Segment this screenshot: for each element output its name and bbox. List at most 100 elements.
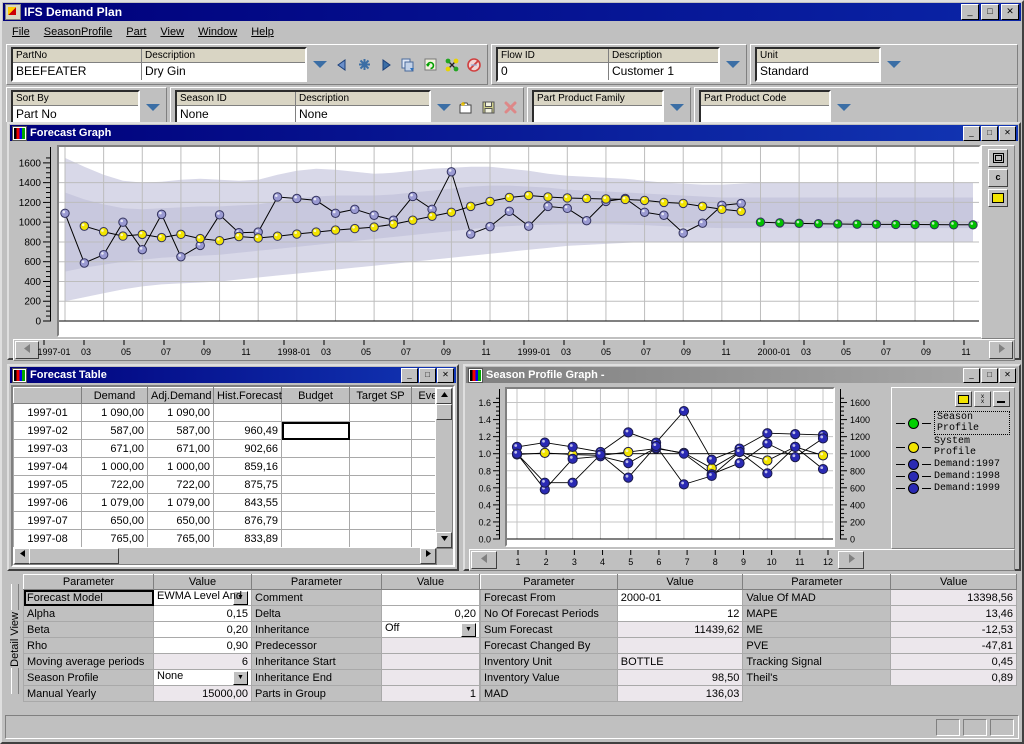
menu-part[interactable]: Part xyxy=(119,25,153,39)
flow-description-field[interactable]: Description Customer 1 xyxy=(609,49,718,80)
cell-event[interactable] xyxy=(411,439,437,458)
sortby-dropdown-icon[interactable] xyxy=(144,99,162,117)
vscroll-thumb[interactable] xyxy=(436,404,452,420)
param-value[interactable]: ▼ None xyxy=(153,669,252,686)
ppf-field[interactable]: Part Product Family xyxy=(534,92,662,123)
cell-budget[interactable] xyxy=(281,403,350,422)
season-graph-maximize-button[interactable]: □ xyxy=(981,367,998,383)
cell-target[interactable] xyxy=(349,421,412,440)
flowid-value[interactable]: 0 xyxy=(498,63,608,80)
refresh-icon[interactable] xyxy=(421,56,439,74)
param-value[interactable]: 136,03 xyxy=(616,685,744,702)
detail-row[interactable]: Alpha 0,15 Delta 0,20 xyxy=(23,605,480,622)
param-value[interactable]: 13,46 xyxy=(890,605,1017,622)
forecast-table-header-demand[interactable]: Demand xyxy=(81,387,148,404)
menu-view[interactable]: View xyxy=(153,25,191,39)
param-value[interactable]: ▼ EWMA Level And xyxy=(153,589,252,606)
forecast-table-hscrollbar[interactable] xyxy=(13,547,437,565)
param-value[interactable]: 1 xyxy=(381,685,480,702)
param-value[interactable]: 11439,62 xyxy=(616,621,744,638)
scroll-right-button[interactable] xyxy=(989,341,1013,359)
forecast-table-header-adj-demand[interactable]: Adj.Demand xyxy=(147,387,214,404)
table-row[interactable]: 1997-08 765,00 765,00 833,89 xyxy=(13,529,437,548)
param-value[interactable]: 98,50 xyxy=(616,669,744,686)
season-dropdown-icon[interactable] xyxy=(435,99,453,117)
cell-demand[interactable]: 1 000,00 xyxy=(81,457,148,476)
cell-adj[interactable]: 587,00 xyxy=(147,421,214,440)
legend-item[interactable]: Demand:1998 xyxy=(896,471,1010,482)
delete-icon[interactable] xyxy=(501,99,519,117)
selected-cell[interactable] xyxy=(281,421,350,440)
cell-target[interactable] xyxy=(349,475,412,494)
scale-icon[interactable]: xx xyxy=(974,391,991,407)
param-value[interactable]: 6 xyxy=(153,653,252,670)
part-description-value[interactable]: Dry Gin xyxy=(142,63,305,80)
cell-adj[interactable]: 765,00 xyxy=(147,529,214,548)
cell-adj[interactable]: 722,00 xyxy=(147,475,214,494)
ppc-field[interactable]: Part Product Code xyxy=(701,92,829,123)
param-value[interactable]: 0,45 xyxy=(890,653,1017,670)
cell-hist[interactable]: 859,16 xyxy=(213,457,282,476)
chevron-down-icon[interactable]: ▼ xyxy=(461,623,476,637)
ppf-value[interactable] xyxy=(534,106,662,123)
connect-icon[interactable] xyxy=(443,56,461,74)
row-header[interactable]: 1997-05 xyxy=(13,475,82,494)
cell-event[interactable] xyxy=(411,475,437,494)
cell-hist[interactable]: 902,66 xyxy=(213,439,282,458)
param-value[interactable] xyxy=(381,637,480,654)
cell-target[interactable] xyxy=(349,403,412,422)
param-value[interactable]: 13398,56 xyxy=(890,589,1017,606)
legend-color-icon[interactable] xyxy=(955,391,972,407)
param-value[interactable] xyxy=(381,669,480,686)
ppf-dropdown-icon[interactable] xyxy=(668,99,686,117)
cell-event[interactable] xyxy=(411,529,437,548)
param-value[interactable]: 0,89 xyxy=(890,669,1017,686)
prev-icon[interactable] xyxy=(333,56,351,74)
cell-hist[interactable] xyxy=(213,403,282,422)
close-button[interactable]: ✕ xyxy=(1001,4,1019,20)
table-row[interactable]: 1997-06 1 079,00 1 079,00 843,55 xyxy=(13,493,437,512)
cell-budget[interactable] xyxy=(281,511,350,530)
cell-hist[interactable]: 960,49 xyxy=(213,421,282,440)
cell-hist[interactable]: 833,89 xyxy=(213,529,282,548)
partno-field[interactable]: PartNo BEEFEATER xyxy=(13,49,142,80)
hscroll-left-button[interactable] xyxy=(14,548,30,564)
cell-budget[interactable] xyxy=(281,457,350,476)
seasonid-value[interactable]: None xyxy=(177,106,295,123)
scroll-down-button[interactable] xyxy=(436,532,452,548)
flowid-field[interactable]: Flow ID 0 xyxy=(498,49,609,80)
hscroll-right-button[interactable] xyxy=(420,548,436,564)
param-value[interactable]: 0,20 xyxy=(381,605,480,622)
flow-description-value[interactable]: Customer 1 xyxy=(609,63,718,80)
unit-field[interactable]: Unit Standard xyxy=(757,49,879,80)
cell-budget[interactable] xyxy=(281,529,350,548)
maximize-plot-icon[interactable] xyxy=(988,149,1008,167)
hscroll-thumb[interactable] xyxy=(29,548,119,564)
part-description-field[interactable]: Description Dry Gin xyxy=(142,49,305,80)
detail-row[interactable]: Rho 0,90 Predecessor xyxy=(23,637,480,654)
param-value[interactable]: 15000,00 xyxy=(153,685,252,702)
cell-demand[interactable]: 587,00 xyxy=(81,421,148,440)
table-row[interactable]: 1997-05 722,00 722,00 875,75 xyxy=(13,475,437,494)
cell-adj[interactable]: 1 090,00 xyxy=(147,403,214,422)
row-header[interactable]: 1997-04 xyxy=(13,457,82,476)
detail-row[interactable]: Manual Yearly 15000,00 Parts in Group 1 xyxy=(23,685,480,702)
legend-item[interactable]: Season Profile xyxy=(896,411,1010,435)
cell-hist[interactable]: 875,75 xyxy=(213,475,282,494)
cell-target[interactable] xyxy=(349,511,412,530)
cell-hist[interactable]: 876,79 xyxy=(213,511,282,530)
param-value[interactable]: -47,81 xyxy=(890,637,1017,654)
sortby-field[interactable]: Sort By Part No xyxy=(13,92,138,123)
row-header[interactable]: 1997-01 xyxy=(13,403,82,422)
param-value[interactable]: 2000-01 xyxy=(616,589,744,606)
cell-adj[interactable]: 671,00 xyxy=(147,439,214,458)
forecast-table-minimize-button[interactable]: _ xyxy=(401,367,418,383)
forecast-table-header-budget[interactable]: Budget xyxy=(281,387,350,404)
param-value[interactable] xyxy=(381,589,480,606)
table-row[interactable]: 1997-03 671,00 671,00 902,66 xyxy=(13,439,437,458)
param-value[interactable]: 12 xyxy=(616,605,744,622)
seasonid-field[interactable]: Season ID None xyxy=(177,92,296,123)
cell-adj[interactable]: 650,00 xyxy=(147,511,214,530)
forecast-table-grid[interactable]: Demand Adj.Demand Hist.Forecast Budget Targe… xyxy=(13,387,437,549)
forecast-table-header-event[interactable]: Event xyxy=(411,387,437,404)
